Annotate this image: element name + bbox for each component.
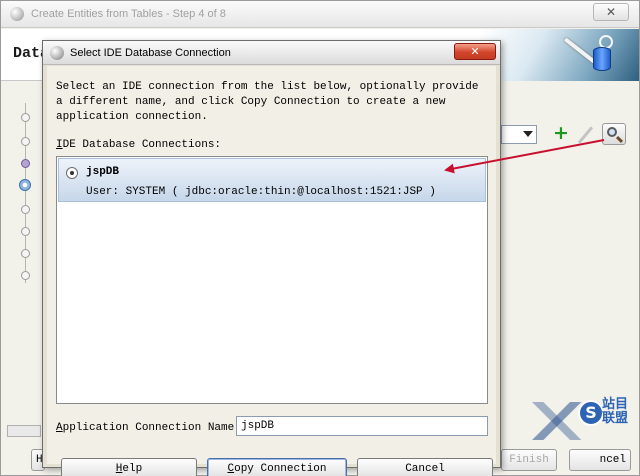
help-button[interactable]: Help [61,458,197,476]
connections-list-label: IDE Database Connections: [56,139,221,151]
step-3-dot[interactable] [21,159,30,168]
edit-connection-icon[interactable] [576,125,596,143]
help-label: elp [122,463,143,475]
wizard-steps-panel [9,93,41,421]
step-2-dot[interactable] [21,137,30,146]
wizard-titlebar: Create Entities from Tables - Step 4 of … [1,1,639,28]
cancel-button[interactable]: Cancel [357,458,493,476]
step-7-dot[interactable] [21,249,30,258]
dialog-close-button[interactable]: ✕ [454,43,496,60]
magnifier-handle [615,135,624,144]
dialog-title: Select IDE Database Connection [70,47,231,59]
name-label-text: pplication Connection Name: [62,422,241,434]
step-1-dot[interactable] [21,113,30,122]
watermark-badge: S [578,400,604,426]
connection-detail: User: SYSTEM ( jdbc:oracle:thin:@localho… [86,186,436,198]
wizard-banner-image [481,29,639,81]
app-connection-name-label: Application Connection Name: [56,422,241,434]
copy-connection-button[interactable]: Copy Connection [207,458,347,476]
dialog-titlebar: Select IDE Database Connection ✕ [43,41,500,65]
database-icon [593,47,611,71]
dialog-instructions: Select an IDE connection from the list b… [56,81,479,123]
dialog-body: Select an IDE connection from the list b… [47,66,496,476]
magnifier-icon [607,127,617,137]
list-item[interactable]: jspDB User: SYSTEM ( jdbc:oracle:thin:@l… [58,158,486,202]
step-4-dot-current[interactable] [19,179,31,191]
watermark-text: 站目联盟 [602,397,629,426]
watermark: S 站目联盟 [532,388,640,472]
copy-label: opy Connection [234,463,327,475]
browse-connections-button[interactable] [602,123,626,145]
step-8-dot[interactable] [21,271,30,280]
connection-radio[interactable] [66,167,78,179]
dialog-app-icon [50,46,64,60]
chevron-down-icon [523,131,533,137]
connection-combo[interactable] [501,125,537,144]
select-connection-dialog: Select IDE Database Connection ✕ Select … [42,40,501,476]
wizard-close-button[interactable]: ✕ [593,3,629,21]
steps-scrollbar[interactable] [7,425,41,437]
step-6-dot[interactable] [21,227,30,236]
step-5-dot[interactable] [21,205,30,214]
connections-list[interactable]: jspDB User: SYSTEM ( jdbc:oracle:thin:@l… [56,156,488,404]
add-connection-icon[interactable]: + [552,124,570,143]
name-label-mnemonic: A [56,422,63,434]
app-connection-name-field[interactable]: jspDB [236,416,488,436]
list-label-mnemonic: I [56,139,63,151]
wizard-title: Create Entities from Tables - Step 4 of … [31,8,226,20]
list-label-text: DE Database Connections: [62,139,222,151]
wizard-app-icon [10,7,24,21]
connection-name: jspDB [86,166,120,178]
